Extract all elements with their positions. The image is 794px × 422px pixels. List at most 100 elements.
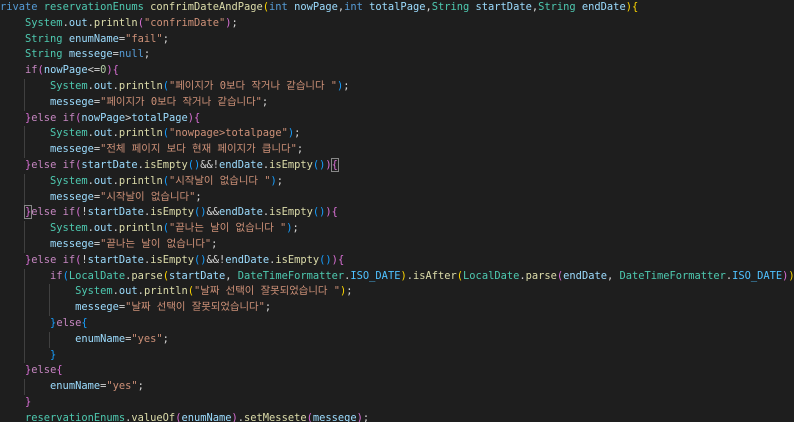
- code-token: else: [31, 111, 63, 124]
- code-token: (): [187, 159, 201, 171]
- code-line[interactable]: rivate reservationEnums confrimDateAndPa…: [0, 0, 638, 16]
- code-token: &&: [206, 206, 220, 219]
- code-token: else: [31, 253, 63, 266]
- code-token: {: [194, 111, 201, 124]
- code-token: ISO_DATE: [732, 269, 783, 282]
- code-token: &&!: [206, 253, 226, 266]
- code-token: else: [56, 317, 82, 329]
- code-token: "confrimDate": [143, 16, 226, 29]
- code-token: enumName: [68, 32, 119, 45]
- code-token: System: [50, 80, 88, 92]
- code-token: setMessete: [244, 411, 307, 422]
- code-token: isEmpty: [150, 253, 194, 266]
- code-token: isAfter: [412, 269, 457, 282]
- code-token: nowPage: [294, 1, 338, 13]
- code-line[interactable]: System.out.println("confrimDate");: [0, 16, 238, 32]
- code-line[interactable]: messege="페이지가 0보다 작거나 같습니다";: [0, 95, 268, 111]
- code-token: String: [25, 48, 69, 61]
- code-line[interactable]: enumName="yes";: [0, 332, 169, 348]
- code-line[interactable]: }else{: [0, 363, 63, 379]
- code-token: out: [68, 16, 88, 29]
- code-line[interactable]: System.out.println("시작날이 없습니다 ");: [0, 174, 283, 190]
- code-line[interactable]: }else if(nowPage>totalPage){: [0, 111, 200, 127]
- code-token: (): [312, 206, 326, 219]
- code-token: if: [50, 269, 63, 282]
- code-token: messege: [68, 48, 113, 61]
- code-token: ;: [211, 238, 218, 250]
- code-token: ;: [362, 411, 370, 422]
- code-token: DateTimeFormatter: [619, 269, 726, 282]
- code-line[interactable]: String enumName="fail";: [0, 32, 169, 48]
- code-token: parse: [525, 269, 557, 282]
- code-token: if: [25, 64, 38, 77]
- code-line[interactable]: if(nowPage<=0){: [0, 63, 119, 79]
- code-token: reservationEnums: [43, 1, 151, 13]
- code-editor[interactable]: rivate reservationEnums confrimDateAndPa…: [0, 0, 794, 422]
- code-token: ;: [276, 174, 283, 187]
- code-token: ;: [195, 190, 202, 203]
- code-line[interactable]: messege="날짜 선택이 잘못되었습니다";: [0, 300, 271, 316]
- code-line[interactable]: }else if(startDate.isEmpty()&&!endDate.i…: [0, 158, 339, 174]
- code-token: endDate: [581, 1, 626, 13]
- code-token: println: [118, 222, 163, 235]
- code-token: "nowpage>totalpage": [168, 127, 288, 140]
- code-line[interactable]: }else{: [0, 316, 88, 332]
- code-token: messege: [75, 301, 119, 314]
- code-token: rivate: [0, 1, 44, 13]
- code-line[interactable]: System.out.println("날짜 선택이 잘못되었습니다 ");: [0, 284, 352, 300]
- code-line[interactable]: enumName="yes";: [0, 379, 144, 395]
- code-token: messege: [50, 190, 94, 203]
- code-token: totalPage: [369, 1, 426, 13]
- code-token: endDate: [225, 253, 270, 266]
- code-token: confrimDateAndPage: [150, 1, 263, 13]
- code-token: startDate: [168, 269, 226, 282]
- code-token: nowPage: [81, 111, 126, 124]
- code-line[interactable]: }: [0, 395, 31, 411]
- code-token: ,: [606, 269, 620, 282]
- code-token: int: [344, 1, 370, 13]
- code-token: LocalDate: [68, 269, 126, 282]
- code-token: ): [788, 270, 794, 282]
- code-token: System: [50, 222, 88, 235]
- code-token: }: [50, 348, 57, 361]
- code-line[interactable]: String messege=null;: [0, 47, 150, 63]
- code-token: totalPage: [131, 111, 188, 124]
- code-line[interactable]: System.out.println("nowpage>totalpage");: [0, 126, 300, 142]
- code-line[interactable]: System.out.println("끝나는 날이 없습니다 ");: [0, 221, 299, 237]
- code-token: println: [93, 16, 138, 29]
- code-line[interactable]: System.out.println("페이지가 0보다 작거나 같습니다 ")…: [0, 79, 350, 95]
- matched-bracket: {: [330, 158, 339, 172]
- code-line[interactable]: }else if(!startDate.isEmpty()&&endDate.i…: [0, 205, 338, 221]
- code-token: nowPage: [43, 64, 88, 77]
- code-token: if: [62, 159, 76, 171]
- code-token: "페이지가 0보다 작거나 같습니다 ": [168, 80, 338, 92]
- code-token: messege: [50, 95, 94, 108]
- code-token: {: [331, 206, 338, 219]
- code-line[interactable]: }: [0, 348, 56, 364]
- code-token: println: [118, 127, 163, 140]
- code-token: messege: [50, 143, 94, 156]
- code-token: enumName: [181, 411, 232, 422]
- code-token: enumName: [75, 332, 126, 345]
- code-line[interactable]: if(LocalDate.parse(startDate, DateTimeFo…: [0, 269, 794, 285]
- code-token: <=: [87, 64, 101, 77]
- code-line[interactable]: messege="전체 페이지 보다 현재 페이지가 큽니다";: [0, 142, 303, 158]
- code-token: enumName: [50, 380, 101, 393]
- code-line[interactable]: messege="시작날이 없습니다";: [0, 190, 202, 206]
- code-token: else: [31, 159, 63, 171]
- code-line[interactable]: }else if(!startDate.isEmpty()&&!endDate.…: [0, 253, 344, 269]
- code-token: if: [62, 206, 76, 219]
- code-line[interactable]: messege="끝나는 날이 없습니다";: [0, 237, 217, 253]
- code-line[interactable]: reservationEnums.valueOf(enumName).setMe…: [0, 411, 369, 422]
